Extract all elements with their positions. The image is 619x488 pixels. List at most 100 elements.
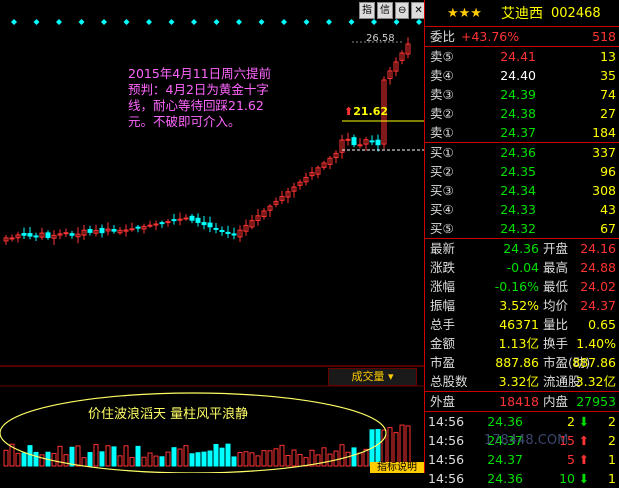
volume-bar [147, 452, 153, 467]
candle-body [201, 222, 207, 226]
bid-row[interactable]: 买⑤ 24.32 67 [425, 219, 619, 238]
zoom-out-icon[interactable]: ⊖ [395, 2, 410, 19]
volume-bar [99, 451, 105, 467]
volume-bar [15, 452, 21, 467]
stat-row: 金额 1.13亿 换手 1.40% [430, 336, 616, 351]
volume-bar [267, 450, 273, 467]
candle-body [195, 217, 201, 223]
volume-bar [273, 448, 279, 467]
volume-bar [129, 456, 135, 467]
weibi-pct: +43.76% [461, 29, 520, 44]
outer-label: 外盘 [430, 394, 456, 409]
kline-chart-pane[interactable]: 指 信息 ⊖ ✕ 26.58 ⬆21.62 2015年4月11日周六提前 预判：… [0, 0, 424, 473]
candle-body [177, 218, 183, 221]
volume-annotation: 价住波浪滔天 量柱风平浪静 [88, 407, 249, 422]
candle-body [21, 233, 27, 236]
volume-bar [93, 444, 99, 467]
tick-list[interactable]: 14:56 24.36 2 ⬇ 2 14:56 24.37 15 ⬆ 2 14:56 24.37 5… [425, 411, 619, 488]
analysis-annotation: 2015年4月11日周六提前 预判：4月2日为黄金十字 线，耐心等待回踩21.6… [128, 66, 272, 129]
bid-row[interactable]: 买③ 24.34 308 [425, 181, 619, 200]
indicator-help-button[interactable]: 指标说明 [370, 462, 424, 473]
signal-diamond [258, 19, 265, 25]
info-icon[interactable]: 信息 [377, 2, 393, 31]
volume-bar [309, 449, 315, 467]
candle-body [33, 235, 39, 238]
volume-bar [225, 443, 231, 467]
signal-diamond [78, 19, 85, 25]
candle-body [9, 237, 15, 240]
ask-row[interactable]: 卖⑤ 24.41 13 [425, 47, 619, 66]
ask-row[interactable]: 卖① 24.37 184 [425, 123, 619, 142]
watermark: 178448.COM [484, 433, 569, 448]
volume-bar [57, 445, 63, 467]
candle-body [213, 227, 219, 230]
stats-block: 最新 24.36 开盘 24.16 涨跌 -0.04 最高 24.88 涨幅 -0.16% 最低… [425, 238, 619, 391]
bid-book: 买① 24.36 337 买② 24.35 96 买③ 24.34 308 买④ 24.33 4… [425, 142, 619, 238]
signal-diamond [371, 19, 377, 25]
volume-bar [33, 451, 39, 467]
volume-bar [243, 451, 249, 467]
candle-body [219, 230, 225, 233]
candle-body [189, 215, 195, 221]
down-arrow-icon: ⬇ [578, 414, 590, 429]
stock-code: 002468 [551, 5, 601, 21]
candle-body [27, 233, 33, 237]
signal-diamond [303, 19, 310, 25]
volume-bar [111, 446, 117, 467]
stat-row: 总手 46371 量比 0.65 [430, 317, 616, 332]
volume-bar [279, 444, 285, 467]
volume-bar [171, 447, 177, 467]
candle-body [99, 227, 105, 234]
volume-bar [405, 425, 411, 467]
quote-panel: ★★★ 艾迪西 002468 委比 +43.76% 518 卖⑤ 24.41 13 … [424, 0, 619, 486]
volume-bar [195, 452, 201, 467]
ask-row[interactable]: 卖④ 24.40 35 [425, 66, 619, 85]
stat-row: 最新 24.36 开盘 24.16 [430, 241, 616, 256]
bid-row[interactable]: 买④ 24.33 43 [425, 200, 619, 219]
candle-body [369, 140, 375, 143]
signal-diamond [146, 19, 152, 25]
candle-body [129, 228, 135, 231]
volume-bar [219, 447, 225, 467]
stock-name: 艾迪西 [501, 6, 543, 22]
signal-diamond [213, 19, 220, 25]
max-price-label: 26.58 [366, 33, 395, 44]
volume-bar [399, 424, 405, 467]
bid-row[interactable]: 买① 24.36 337 [425, 143, 619, 162]
candle-body [171, 219, 177, 222]
volume-bar [249, 452, 255, 467]
volume-bar [261, 450, 267, 467]
candle-body [111, 228, 117, 232]
close-icon[interactable]: ✕ [411, 2, 424, 19]
stat-row: 涨幅 -0.16% 最低 24.02 [430, 279, 616, 294]
ask-row[interactable]: 卖③ 24.39 74 [425, 85, 619, 104]
volume-bar [87, 451, 93, 467]
index-icon[interactable]: 指 [359, 2, 375, 19]
candle-body [357, 144, 363, 147]
candle-body [375, 139, 381, 146]
volume-bar [333, 450, 339, 467]
outer-inner-row: 外盘 18418 内盘 27953 [425, 391, 619, 411]
outer-value: 18418 [499, 394, 539, 409]
ask-row[interactable]: 卖② 24.38 27 [425, 104, 619, 123]
volume-bar [27, 445, 33, 467]
signal-diamond [56, 19, 62, 25]
signal-diamond [33, 19, 40, 25]
volume-bar [255, 455, 261, 467]
volume-bar [213, 443, 219, 467]
volume-bar [357, 452, 363, 467]
tick-row: 14:56 24.36 2 ⬇ 2 [428, 414, 616, 429]
signal-diamond [281, 19, 287, 25]
volume-bar [105, 445, 111, 467]
support-price-label: ⬆21.62 [344, 105, 389, 118]
rating-stars-icon: ★★★ [447, 5, 482, 21]
volume-bar [231, 456, 237, 467]
volume-bar [387, 427, 393, 467]
volume-bar [177, 448, 183, 467]
volume-indicator-tab[interactable]: 成交量 ▾ [328, 368, 417, 386]
volume-bar [69, 446, 75, 467]
bid-row[interactable]: 买② 24.35 96 [425, 162, 619, 181]
volume-bar [3, 449, 9, 467]
candle-body [225, 231, 231, 234]
candle-body [147, 224, 153, 227]
